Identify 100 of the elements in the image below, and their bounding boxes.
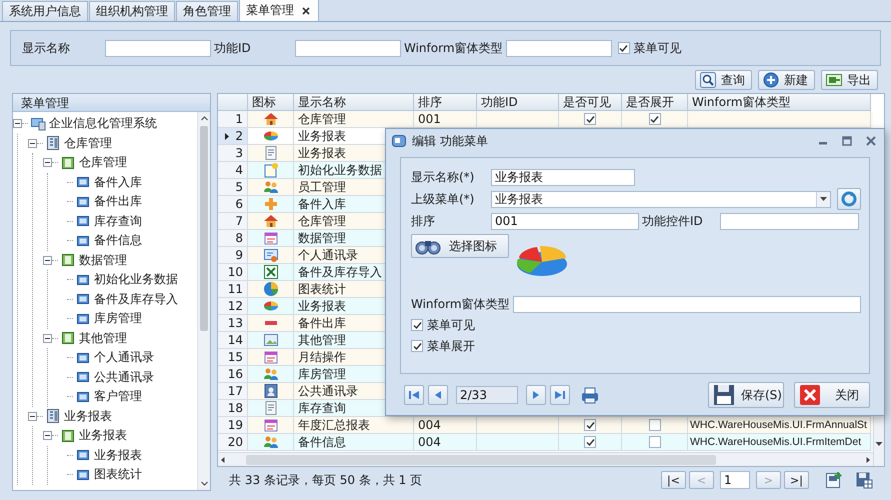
tree-item[interactable]: 其他管理 xyxy=(79,330,127,347)
checkbox[interactable] xyxy=(618,42,630,54)
row-header[interactable]: 8 xyxy=(218,230,248,247)
collapse-button[interactable] xyxy=(13,119,22,128)
row-header[interactable]: 10 xyxy=(218,264,248,281)
collapse-button[interactable] xyxy=(43,334,52,343)
tree-item[interactable]: 备件及库存导入 xyxy=(94,290,178,308)
scrollbar[interactable] xyxy=(873,416,884,466)
tree-item[interactable]: 数据管理 xyxy=(79,252,127,269)
last-button[interactable] xyxy=(550,385,570,405)
checkbox[interactable] xyxy=(411,319,423,331)
column-header[interactable]: 功能ID xyxy=(477,94,559,111)
row-header[interactable]: 17 xyxy=(218,383,248,400)
checkbox[interactable] xyxy=(411,340,423,352)
column-header[interactable]: Winform窗体类型 xyxy=(688,94,871,111)
row-header[interactable]: 18 xyxy=(218,400,248,417)
column-header[interactable]: 是否展开 xyxy=(622,94,688,111)
row-header[interactable]: 2 xyxy=(218,128,248,145)
row-header[interactable]: 7 xyxy=(218,213,248,230)
row-header[interactable]: 9 xyxy=(218,247,248,264)
checkbox[interactable] xyxy=(584,113,596,125)
collapse-button[interactable] xyxy=(28,138,37,148)
close-button[interactable]: 关闭 xyxy=(794,382,870,408)
tree-item[interactable]: 库房管理 xyxy=(94,310,142,328)
column-header[interactable]: 排序 xyxy=(414,94,477,111)
input-field[interactable] xyxy=(506,40,612,56)
checkbox[interactable] xyxy=(648,419,660,431)
collapse-button[interactable] xyxy=(28,412,37,421)
tree-item[interactable]: 业务报表 xyxy=(79,427,127,444)
tree-item[interactable]: 初始化业务数据 xyxy=(94,271,178,288)
tree-item[interactable]: 业务报表 xyxy=(64,408,112,425)
row-header[interactable]: 16 xyxy=(218,366,248,383)
tab[interactable]: 系统用户信息 xyxy=(2,1,88,21)
column-header[interactable]: 是否可见 xyxy=(559,94,622,111)
input-field[interactable] xyxy=(720,212,859,230)
checkbox[interactable] xyxy=(584,436,596,448)
page-field[interactable]: 1 xyxy=(720,471,750,489)
row-header[interactable]: 14 xyxy=(218,332,248,349)
tree-item[interactable]: 备件信息 xyxy=(94,232,142,250)
tree-item[interactable]: 备件入库 xyxy=(94,174,142,191)
row-header[interactable]: 11 xyxy=(218,281,248,298)
pager-button[interactable]: >| xyxy=(784,471,809,489)
first-button[interactable] xyxy=(404,385,424,405)
calendar-icon xyxy=(262,230,278,246)
dropdown-arrow-icon[interactable] xyxy=(820,197,828,201)
row-header[interactable]: 5 xyxy=(218,179,248,196)
tree-item[interactable]: 图表统计 xyxy=(94,466,142,484)
tree-item[interactable]: 业务报表 xyxy=(94,446,142,464)
tree-item[interactable]: 仓库管理 xyxy=(64,134,112,152)
tab[interactable]: 菜单管理 xyxy=(239,0,319,21)
row-header[interactable]: 20 xyxy=(218,434,248,451)
save-button[interactable]: 保存(S) xyxy=(708,382,784,408)
checkbox[interactable] xyxy=(648,436,660,448)
input-field[interactable] xyxy=(295,40,401,56)
previous-button[interactable] xyxy=(428,385,448,405)
collapse-button[interactable] xyxy=(43,431,52,440)
row-header[interactable]: 12 xyxy=(218,298,248,315)
input-field[interactable]: 001 xyxy=(491,212,639,230)
tree-item[interactable]: 公共通讯录 xyxy=(94,368,154,386)
row-header[interactable]: 13 xyxy=(218,315,248,332)
refresh-button[interactable] xyxy=(837,188,861,210)
scrollbar[interactable] xyxy=(197,112,210,490)
tree-item[interactable]: 个人通讯录 xyxy=(94,349,154,366)
column-header[interactable]: 显示名称 xyxy=(294,94,414,111)
row-header[interactable]: 19 xyxy=(218,417,248,434)
checkbox[interactable] xyxy=(584,419,596,431)
select-icon-button[interactable]: 选择图标 xyxy=(411,234,509,258)
row-header[interactable]: 6 xyxy=(218,196,248,213)
add-button[interactable]: 新建 xyxy=(758,70,815,90)
maximize-button[interactable] xyxy=(842,136,852,146)
export-button[interactable]: 导出 xyxy=(821,70,878,90)
scroll-down-icon[interactable] xyxy=(874,440,884,448)
book-icon xyxy=(60,330,76,346)
dropdown-field[interactable]: 业务报表 xyxy=(491,190,832,208)
tree-item[interactable]: 客户管理 xyxy=(94,388,142,406)
scrollbar[interactable] xyxy=(218,452,873,466)
tab[interactable]: 角色管理 xyxy=(176,1,238,21)
column-header[interactable]: 图标 xyxy=(248,94,294,111)
input-field[interactable] xyxy=(105,40,211,56)
row-header[interactable]: 1 xyxy=(218,111,248,128)
input-field[interactable] xyxy=(512,296,861,312)
tab[interactable]: 组织机构管理 xyxy=(89,1,175,21)
search-button[interactable]: 查询 xyxy=(695,70,752,90)
tree-item[interactable]: 仓库管理 xyxy=(79,154,127,172)
close-icon[interactable] xyxy=(302,6,310,14)
row-header[interactable]: 3 xyxy=(218,145,248,162)
close-button[interactable] xyxy=(866,136,876,146)
row-header[interactable]: 15 xyxy=(218,349,248,366)
tree-item[interactable]: 企业信息化管理系统 xyxy=(49,115,157,132)
record-field[interactable]: 2/33 xyxy=(456,386,518,404)
row-header[interactable]: 4 xyxy=(218,162,248,179)
tree-item[interactable]: 库存查询 xyxy=(94,212,142,230)
collapse-button[interactable] xyxy=(43,158,52,168)
pager-button[interactable]: |< xyxy=(661,471,686,489)
next-button[interactable] xyxy=(526,385,546,405)
tree-item[interactable]: 备件出库 xyxy=(94,193,142,210)
collapse-button[interactable] xyxy=(43,256,52,265)
checkbox-label: 菜单可见 xyxy=(427,316,475,334)
input-field[interactable]: 业务报表 xyxy=(491,168,635,186)
checkbox[interactable] xyxy=(648,113,660,125)
